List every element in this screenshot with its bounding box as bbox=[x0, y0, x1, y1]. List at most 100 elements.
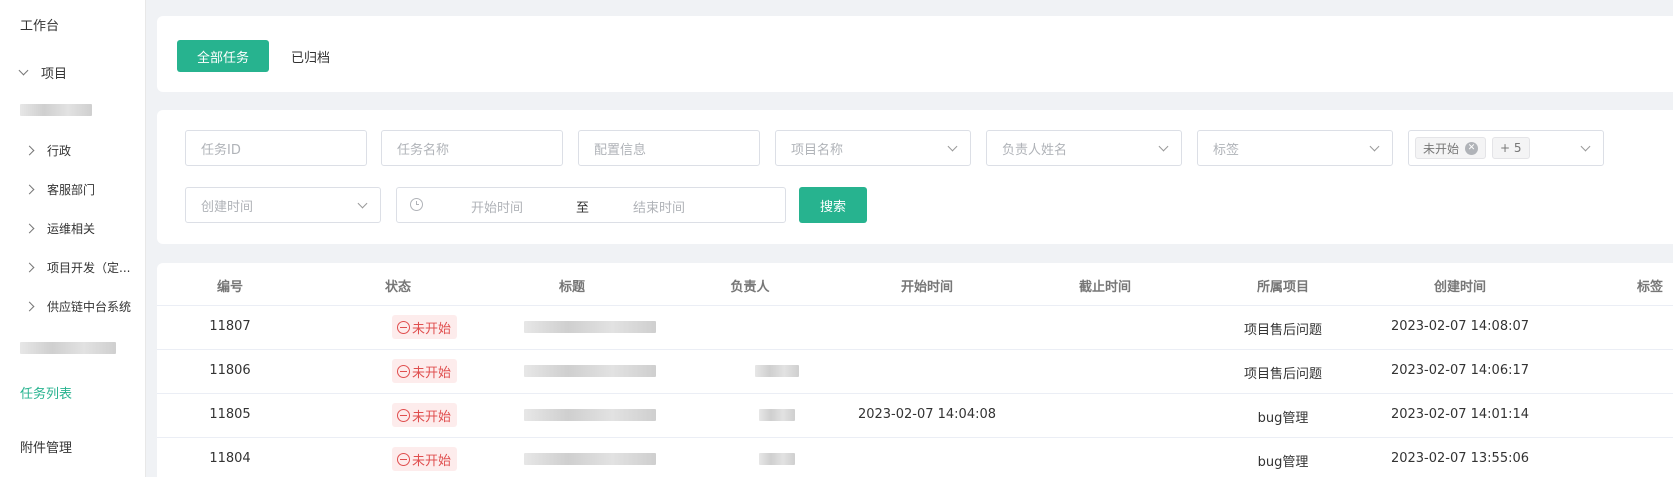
sidebar-item-label: 项目开发（定... bbox=[47, 260, 131, 275]
placeholder: 负责人姓名 bbox=[1002, 142, 1068, 158]
column-header-created-time[interactable]: 创建时间 bbox=[1395, 276, 1525, 295]
project-name-select[interactable]: 项目名称 bbox=[775, 130, 971, 166]
task-id: 11806 bbox=[209, 363, 251, 378]
sidebar: 工作台 项目 行政 客服部门 运维相关 项目开发（定... 供应链中台系统 任务… bbox=[0, 0, 146, 477]
tab-label: 全部任务 bbox=[197, 50, 250, 66]
placeholder: 配置信息 bbox=[594, 142, 647, 158]
placeholder: 任务名称 bbox=[397, 142, 450, 158]
table-row[interactable]: 11806 未开始 项目售后问题 2023-02-07 14:06:17 bbox=[157, 349, 1673, 393]
sidebar-item-attachments[interactable]: 附件管理 bbox=[0, 432, 146, 460]
created-time-select[interactable]: 创建时间 bbox=[185, 187, 381, 223]
close-icon[interactable]: ✕ bbox=[1465, 141, 1479, 155]
tag-label: + 5 bbox=[1500, 141, 1522, 155]
project-name: 项目售后问题 bbox=[1243, 323, 1322, 338]
clock-icon bbox=[410, 198, 423, 211]
start-time: 2023-02-07 14:04:08 bbox=[857, 407, 997, 422]
placeholder: 任务ID bbox=[201, 142, 241, 158]
placeholder: 标签 bbox=[1213, 142, 1240, 158]
tab-all-tasks[interactable]: 全部任务 bbox=[177, 40, 270, 72]
chevron-down-icon bbox=[357, 198, 368, 209]
project-name: bug管理 bbox=[1257, 411, 1309, 426]
config-info-input[interactable]: 配置信息 bbox=[578, 130, 760, 166]
status-multiselect[interactable]: 未开始 ✕ + 5 bbox=[1408, 130, 1604, 166]
column-header-deadline[interactable]: 截止时间 bbox=[1055, 276, 1155, 295]
search-button[interactable]: 搜索 bbox=[799, 187, 867, 223]
sidebar-item-label: 附件管理 bbox=[20, 440, 73, 456]
table-row[interactable]: 11807 未开始 项目售后问题 2023-02-07 14:08:07 bbox=[157, 305, 1673, 349]
status-label: 未开始 bbox=[412, 409, 452, 425]
sidebar-item-label: 行政 bbox=[47, 143, 72, 158]
chevron-down-icon bbox=[1158, 141, 1169, 152]
filter-panel: 任务ID 任务名称 配置信息 项目名称 负责人姓名 标签 未开始 ✕ + 5 创… bbox=[157, 110, 1673, 244]
end-time-input[interactable]: 结束时间 bbox=[633, 197, 685, 216]
sidebar-item-operations[interactable]: 运维相关 bbox=[0, 214, 146, 242]
chevron-right-icon bbox=[24, 223, 35, 233]
sidebar-item-admin[interactable]: 行政 bbox=[0, 136, 146, 164]
status-label: 未开始 bbox=[412, 321, 452, 337]
status-badge: 未开始 bbox=[392, 403, 458, 427]
status-tag[interactable]: 未开始 ✕ bbox=[1415, 137, 1487, 159]
task-id: 11805 bbox=[209, 407, 251, 422]
sidebar-item-label: 供应链中台系统 bbox=[47, 299, 132, 314]
redacted-sidebar-item[interactable] bbox=[20, 342, 116, 354]
status-badge: 未开始 bbox=[392, 359, 458, 383]
sidebar-item-customer-service[interactable]: 客服部门 bbox=[0, 175, 146, 203]
tag-select[interactable]: 标签 bbox=[1197, 130, 1393, 166]
redacted-title[interactable] bbox=[524, 321, 656, 333]
chevron-right-icon bbox=[24, 145, 35, 155]
assignee-name-select[interactable]: 负责人姓名 bbox=[986, 130, 1182, 166]
tag-label: 未开始 bbox=[1423, 141, 1460, 156]
sidebar-item-label: 客服部门 bbox=[47, 182, 96, 197]
task-name-input[interactable]: 任务名称 bbox=[381, 130, 563, 166]
sidebar-item-workbench[interactable]: 工作台 bbox=[0, 10, 146, 38]
chevron-down-icon bbox=[947, 141, 958, 152]
column-header-assignee[interactable]: 负责人 bbox=[715, 276, 785, 295]
sidebar-item-label: 任务列表 bbox=[20, 386, 73, 402]
start-time-input[interactable]: 开始时间 bbox=[471, 197, 523, 216]
column-header-start-time[interactable]: 开始时间 bbox=[877, 276, 977, 295]
sidebar-item-task-list[interactable]: 任务列表 bbox=[0, 378, 146, 406]
minus-circle-icon bbox=[397, 452, 410, 466]
sidebar-item-label: 工作台 bbox=[20, 18, 60, 34]
redacted-title[interactable] bbox=[524, 453, 656, 465]
redacted-project-name[interactable] bbox=[20, 104, 92, 116]
created-time: 2023-02-07 14:01:14 bbox=[1390, 407, 1530, 422]
sidebar-item-label: 运维相关 bbox=[47, 221, 96, 236]
task-id-input[interactable]: 任务ID bbox=[185, 130, 367, 166]
tabs-panel: 全部任务 已归档 bbox=[157, 16, 1673, 92]
project-name: bug管理 bbox=[1257, 455, 1309, 470]
project-name: 项目售后问题 bbox=[1243, 367, 1322, 382]
sidebar-item-project-dev[interactable]: 项目开发（定... bbox=[0, 253, 146, 281]
column-header-status[interactable]: 状态 bbox=[363, 276, 433, 295]
task-id: 11807 bbox=[209, 319, 251, 334]
column-header-title[interactable]: 标题 bbox=[537, 276, 607, 295]
table-row[interactable]: 11804 未开始 bug管理 2023-02-07 13:55:06 bbox=[157, 437, 1673, 477]
chevron-down-icon bbox=[18, 65, 29, 75]
chevron-down-icon bbox=[1580, 141, 1591, 152]
minus-circle-icon bbox=[397, 320, 410, 334]
status-label: 未开始 bbox=[412, 365, 452, 381]
chevron-right-icon bbox=[24, 301, 35, 311]
minus-circle-icon bbox=[397, 408, 410, 422]
column-header-id[interactable]: 编号 bbox=[205, 276, 255, 295]
sidebar-item-supply-chain[interactable]: 供应链中台系统 bbox=[0, 292, 146, 320]
column-header-tag[interactable]: 标签 bbox=[1637, 276, 1673, 295]
sidebar-item-label: 项目 bbox=[41, 66, 68, 82]
range-separator: 至 bbox=[576, 201, 590, 216]
column-header-project[interactable]: 所属项目 bbox=[1233, 276, 1333, 295]
tab-archived[interactable]: 已归档 bbox=[271, 40, 350, 72]
created-time: 2023-02-07 14:06:17 bbox=[1390, 363, 1530, 378]
table-row[interactable]: 11805 未开始 2023-02-07 14:04:08 bug管理 2023… bbox=[157, 393, 1673, 437]
date-range-picker[interactable]: 开始时间 至 结束时间 bbox=[396, 187, 786, 223]
redacted-title[interactable] bbox=[524, 409, 656, 421]
task-table: 编号 状态 标题 负责人 开始时间 截止时间 所属项目 创建时间 标签 1180… bbox=[157, 263, 1673, 477]
status-badge: 未开始 bbox=[392, 447, 458, 471]
tab-label: 已归档 bbox=[291, 50, 331, 66]
placeholder: 项目名称 bbox=[791, 142, 844, 158]
redacted-title[interactable] bbox=[524, 365, 656, 377]
placeholder: 创建时间 bbox=[201, 199, 254, 215]
status-more-tag: + 5 bbox=[1492, 137, 1530, 159]
status-label: 未开始 bbox=[412, 453, 452, 469]
redacted-assignee bbox=[755, 365, 799, 377]
sidebar-item-project[interactable]: 项目 bbox=[0, 58, 146, 86]
